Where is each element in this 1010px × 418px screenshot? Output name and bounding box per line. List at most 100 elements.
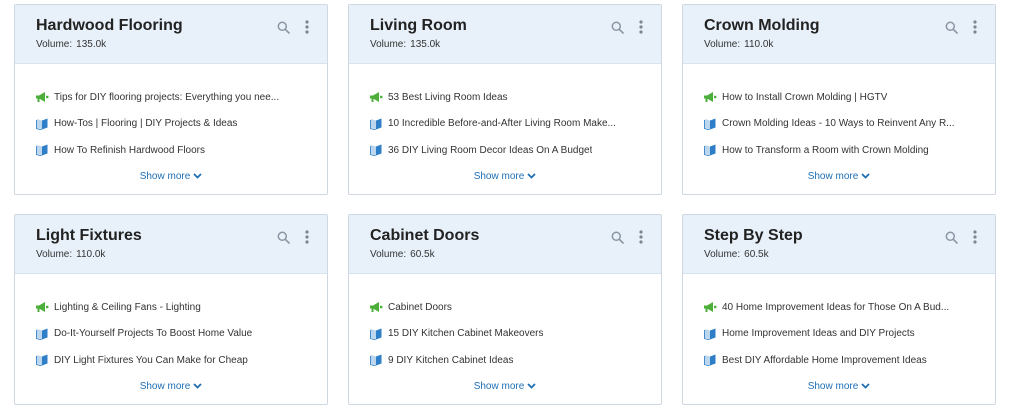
chevron-down-icon: [527, 173, 536, 180]
chevron-down-icon: [193, 383, 202, 390]
card-body: Lighting & Ceiling Fans - Lighting Do-It…: [15, 274, 327, 374]
list-item[interactable]: How To Refinish Hardwood Floors: [35, 137, 327, 164]
item-text: Crown Molding Ideas - 10 Ways to Reinven…: [722, 118, 955, 130]
book-icon: [370, 144, 382, 157]
volume-value: 60.5k: [410, 249, 435, 260]
card-header: Crown Molding Volume: 110.0k: [683, 5, 995, 64]
list-item[interactable]: 10 Incredible Before-and-After Living Ro…: [369, 111, 661, 138]
show-more-button[interactable]: Show more: [15, 171, 327, 182]
list-item[interactable]: Tips for DIY flooring projects: Everythi…: [35, 84, 327, 111]
list-item[interactable]: Lighting & Ceiling Fans - Lighting: [35, 294, 327, 321]
item-text: Best DIY Affordable Home Improvement Ide…: [722, 354, 927, 366]
book-icon: [36, 354, 48, 367]
topic-cards-grid: Hardwood Flooring Volume: 135.0k Tips for…: [0, 0, 1010, 418]
search-icon[interactable]: [275, 229, 291, 245]
volume-value: 110.0k: [744, 39, 774, 50]
show-more-button[interactable]: Show more: [683, 171, 995, 182]
list-item[interactable]: How to Transform a Room with Crown Moldi…: [703, 137, 995, 164]
book-icon: [36, 118, 48, 130]
list-item[interactable]: How to Install Crown Molding | HGTV: [703, 84, 995, 111]
book-icon: [36, 144, 48, 157]
list-item[interactable]: Do-It-Yourself Projects To Boost Home Va…: [35, 321, 327, 348]
card-volume: Volume: 110.0k: [704, 39, 995, 51]
show-more-button[interactable]: Show more: [349, 171, 661, 182]
more-options-icon[interactable]: [633, 229, 649, 245]
card-body: Tips for DIY flooring projects: Everythi…: [15, 64, 327, 164]
list-item[interactable]: Best DIY Affordable Home Improvement Ide…: [703, 347, 995, 374]
search-icon[interactable]: [943, 19, 959, 35]
item-text: Lighting & Ceiling Fans - Lighting: [54, 301, 201, 313]
book-icon: [704, 354, 716, 367]
volume-label: Volume:: [370, 39, 407, 50]
card-volume: Volume: 60.5k: [370, 249, 661, 261]
show-more-button[interactable]: Show more: [683, 381, 995, 392]
volume-label: Volume:: [36, 39, 73, 50]
card-header: Step By Step Volume: 60.5k: [683, 215, 995, 274]
item-text: How To Refinish Hardwood Floors: [54, 144, 205, 156]
book-icon: [370, 328, 382, 340]
book-icon: [704, 328, 716, 340]
item-text: 15 DIY Kitchen Cabinet Makeovers: [388, 328, 544, 340]
list-item[interactable]: Home Improvement Ideas and DIY Projects: [703, 321, 995, 348]
book-icon: [370, 118, 382, 130]
megaphone-icon: [36, 92, 49, 103]
volume-value: 60.5k: [744, 249, 769, 260]
topic-card-cabinet-doors: Cabinet Doors Volume: 60.5k Cabinet Doors…: [348, 214, 662, 405]
list-item[interactable]: 53 Best Living Room Ideas: [369, 84, 661, 111]
list-item[interactable]: 9 DIY Kitchen Cabinet Ideas: [369, 347, 661, 374]
search-icon[interactable]: [609, 229, 625, 245]
topic-card-light-fixtures: Light Fixtures Volume: 110.0k Lighting & …: [14, 214, 328, 405]
megaphone-icon: [704, 302, 717, 313]
item-text: 53 Best Living Room Ideas: [388, 91, 508, 103]
item-text: Do-It-Yourself Projects To Boost Home Va…: [54, 328, 253, 340]
more-options-icon[interactable]: [299, 229, 315, 245]
card-volume: Volume: 60.5k: [704, 249, 995, 261]
item-text: Cabinet Doors: [388, 301, 452, 313]
megaphone-icon: [704, 92, 717, 103]
item-text: 36 DIY Living Room Decor Ideas On A Budg…: [388, 144, 593, 156]
list-item[interactable]: How-Tos | Flooring | DIY Projects & Idea…: [35, 111, 327, 138]
megaphone-icon: [36, 302, 49, 313]
more-options-icon[interactable]: [633, 19, 649, 35]
list-item[interactable]: DIY Light Fixtures You Can Make for Chea…: [35, 347, 327, 374]
volume-label: Volume:: [36, 249, 73, 260]
list-item[interactable]: 36 DIY Living Room Decor Ideas On A Budg…: [369, 137, 661, 164]
item-text: Home Improvement Ideas and DIY Projects: [722, 328, 915, 340]
show-more-button[interactable]: Show more: [349, 381, 661, 392]
volume-value: 135.0k: [410, 39, 441, 50]
search-icon[interactable]: [943, 229, 959, 245]
list-item[interactable]: Cabinet Doors: [369, 294, 661, 321]
volume-label: Volume:: [370, 249, 407, 260]
chevron-down-icon: [193, 173, 202, 180]
item-text: How-Tos | Flooring | DIY Projects & Idea…: [54, 118, 238, 130]
book-icon: [704, 144, 716, 157]
search-icon[interactable]: [609, 19, 625, 35]
card-body: How to Install Crown Molding | HGTV Crow…: [683, 64, 995, 164]
card-header: Hardwood Flooring Volume: 135.0k: [15, 5, 327, 64]
card-header: Living Room Volume: 135.0k: [349, 5, 661, 64]
topic-card-hardwood-flooring: Hardwood Flooring Volume: 135.0k Tips for…: [14, 4, 328, 195]
show-more-label: Show more: [807, 171, 859, 182]
more-options-icon[interactable]: [967, 19, 983, 35]
volume-label: Volume:: [704, 249, 741, 260]
volume-value: 135.0k: [76, 39, 107, 50]
list-item[interactable]: 40 Home Improvement Ideas for Those On A…: [703, 294, 995, 321]
card-body: Cabinet Doors 15 DIY Kitchen Cabinet Mak…: [349, 274, 661, 374]
show-more-button[interactable]: Show more: [15, 381, 327, 392]
show-more-label: Show more: [139, 381, 191, 392]
card-header: Light Fixtures Volume: 110.0k: [15, 215, 327, 274]
chevron-down-icon: [861, 383, 870, 390]
item-text: 10 Incredible Before-and-After Living Ro…: [388, 118, 616, 130]
list-item[interactable]: Crown Molding Ideas - 10 Ways to Reinven…: [703, 111, 995, 138]
search-icon[interactable]: [275, 19, 291, 35]
more-options-icon[interactable]: [299, 19, 315, 35]
topic-card-living-room: Living Room Volume: 135.0k 53 Best Living…: [348, 4, 662, 195]
show-more-label: Show more: [807, 381, 859, 392]
chevron-down-icon: [861, 173, 870, 180]
more-options-icon[interactable]: [967, 229, 983, 245]
card-volume: Volume: 135.0k: [36, 39, 327, 51]
list-item[interactable]: 15 DIY Kitchen Cabinet Makeovers: [369, 321, 661, 348]
show-more-label: Show more: [139, 171, 191, 182]
megaphone-icon: [370, 302, 383, 313]
volume-value: 110.0k: [76, 249, 106, 260]
